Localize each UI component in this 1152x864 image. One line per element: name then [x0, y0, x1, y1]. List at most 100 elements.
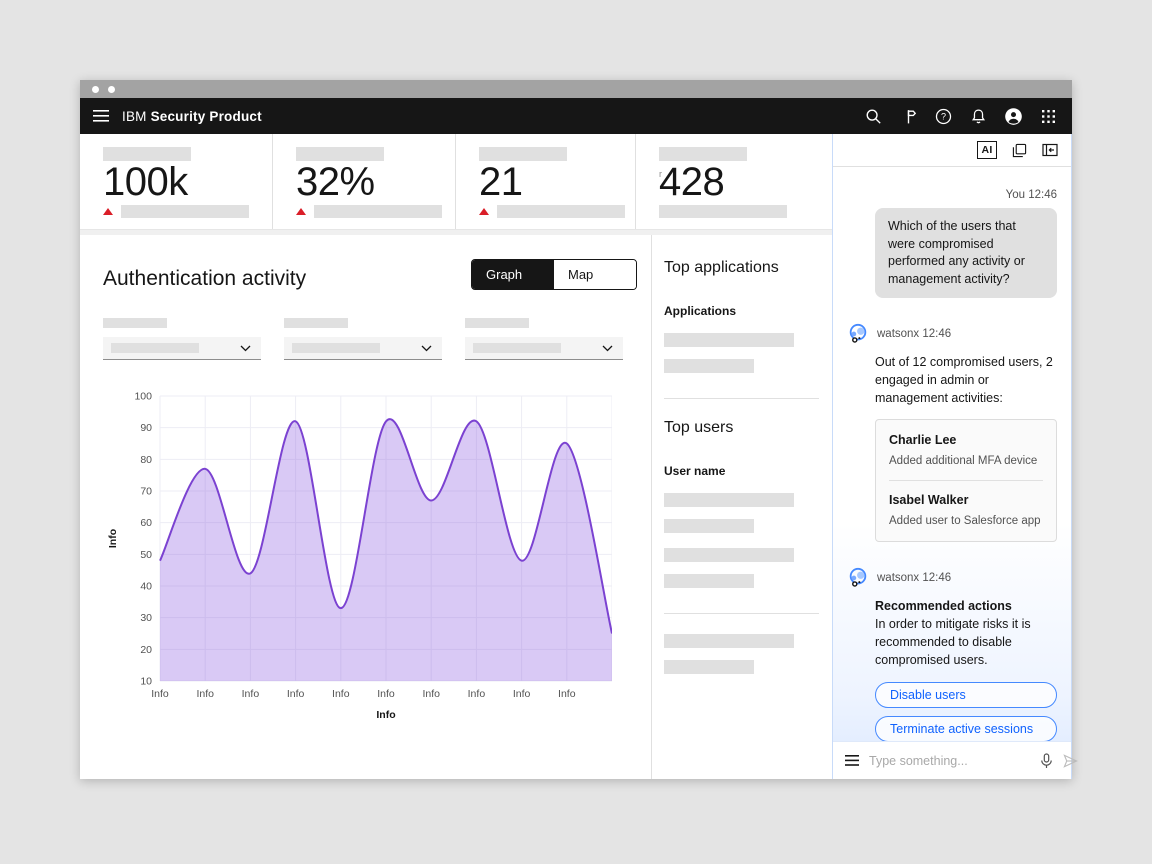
notifications-bell-icon[interactable] — [961, 98, 996, 134]
kpi-label-skeleton — [479, 147, 567, 161]
svg-text:Info: Info — [107, 529, 119, 548]
kpi-label-skeleton — [659, 147, 747, 161]
user-message-bubble: Which of the users that were compromised… — [875, 208, 1057, 298]
user-row-skeleton — [664, 493, 794, 507]
chat-input-bar — [833, 741, 1071, 779]
user-name: Charlie Lee — [889, 432, 1043, 450]
kpi-value: 21 — [479, 160, 635, 204]
bot-message-text: In order to mitigate risks it is recomme… — [875, 616, 1057, 669]
user-row-skeleton — [664, 634, 794, 648]
terminate-sessions-button[interactable]: Terminate active sessions — [875, 716, 1057, 741]
authentication-activity-area-chart: 102030405060708090100InfoInfoInfoInfoInf… — [103, 388, 612, 720]
copy-icon[interactable] — [1012, 143, 1027, 158]
divider — [664, 398, 819, 399]
kpi-card-2: 32% — [273, 134, 456, 229]
svg-text:Info: Info — [151, 688, 169, 700]
chat-panel-header: AI — [833, 134, 1071, 167]
kpi-value: 32% — [296, 160, 455, 204]
user-action: Added user to Salesforce app — [889, 513, 1043, 529]
user-row-skeleton — [664, 548, 794, 562]
filter-label-skeleton — [284, 318, 348, 328]
signpost-icon[interactable] — [891, 98, 926, 134]
filters-row — [103, 318, 637, 360]
ai-label-badge[interactable]: AI — [977, 141, 997, 159]
watsonx-avatar-icon — [847, 567, 869, 589]
ai-chat-panel: AI You 12:46 Which of the users that wer… — [832, 134, 1072, 779]
bot-message-body: Out of 12 compromised users, 2 engaged i… — [847, 354, 1057, 542]
svg-text:50: 50 — [140, 549, 152, 561]
app-switcher-icon[interactable] — [1031, 98, 1066, 134]
kpi-superscript: r — [659, 169, 662, 179]
kpi-label-skeleton — [296, 147, 384, 161]
kpi-card-3: 21 — [456, 134, 636, 229]
dropdown-field[interactable] — [465, 337, 623, 360]
application-row-skeleton — [664, 333, 794, 347]
svg-text:Info: Info — [468, 688, 486, 700]
filter-dropdown-3 — [465, 318, 623, 360]
kpi-value: 428 — [659, 160, 832, 204]
svg-text:Info: Info — [422, 688, 440, 700]
svg-text:Info: Info — [196, 688, 214, 700]
svg-text:?: ? — [941, 111, 946, 121]
svg-text:Info: Info — [287, 688, 305, 700]
divider — [664, 613, 819, 614]
chevron-down-icon — [421, 345, 432, 352]
dropdown-value-skeleton — [473, 343, 561, 353]
divider — [889, 480, 1043, 481]
user-action: Added additional MFA device — [889, 453, 1043, 469]
svg-text:40: 40 — [140, 581, 152, 593]
app-header: IBM Security Product ? — [80, 98, 1072, 134]
dropdown-value-skeleton — [111, 343, 199, 353]
help-icon[interactable]: ? — [926, 98, 961, 134]
graph-map-switcher: Graph Map — [471, 259, 637, 290]
chat-text-input[interactable] — [869, 754, 1030, 768]
dropdown-field[interactable] — [284, 337, 442, 360]
filter-label-skeleton — [465, 318, 529, 328]
bot-message-meta: watsonx 12:46 — [877, 328, 951, 340]
authentication-activity-section: Authentication activity Graph Map — [80, 235, 651, 779]
disable-users-button[interactable]: Disable users — [875, 682, 1057, 708]
hamburger-menu-icon[interactable] — [80, 98, 122, 134]
kpi-trend-skeleton — [659, 205, 787, 218]
top-applications-title: Top applications — [664, 259, 819, 277]
chat-message-list[interactable]: You 12:46 Which of the users that were c… — [833, 167, 1071, 741]
svg-text:30: 30 — [140, 612, 152, 624]
filter-dropdown-1 — [103, 318, 261, 360]
search-icon[interactable] — [856, 98, 891, 134]
microphone-icon[interactable] — [1040, 753, 1053, 769]
svg-text:Info: Info — [513, 688, 531, 700]
bot-message-header: watsonx 12:46 — [847, 567, 1057, 589]
kpi-card-4: r 428 — [636, 134, 832, 229]
svg-text:20: 20 — [140, 644, 152, 656]
chevron-down-icon — [240, 345, 251, 352]
window-titlebar[interactable] — [80, 80, 1072, 98]
switcher-option-graph[interactable]: Graph — [472, 260, 554, 289]
app-window: IBM Security Product ? — [80, 80, 1072, 779]
svg-text:Info: Info — [376, 709, 395, 720]
user-avatar-icon[interactable] — [996, 98, 1031, 134]
user-row-skeleton — [664, 519, 754, 533]
send-icon[interactable] — [1063, 754, 1078, 768]
dropdown-value-skeleton — [292, 343, 380, 353]
svg-text:Info: Info — [242, 688, 260, 700]
applications-column-header: Applications — [664, 304, 819, 318]
kpi-value: 100k — [103, 160, 272, 204]
prompt-menu-icon[interactable] — [845, 755, 859, 766]
kpi-row: 100k 32% 21 r 428 — [80, 134, 832, 229]
user-row-skeleton — [664, 574, 754, 588]
bot-message-header: watsonx 12:46 — [847, 323, 1057, 345]
trend-up-icon — [479, 208, 489, 215]
collapse-panel-icon[interactable] — [1042, 143, 1058, 157]
dropdown-field[interactable] — [103, 337, 261, 360]
chevron-down-icon — [602, 345, 613, 352]
switcher-option-map[interactable]: Map — [554, 260, 636, 289]
filter-label-skeleton — [103, 318, 167, 328]
kpi-trend-skeleton — [497, 205, 625, 218]
svg-text:100: 100 — [134, 391, 152, 403]
svg-text:Info: Info — [558, 688, 576, 700]
recommended-actions-title: Recommended actions — [875, 598, 1057, 616]
kpi-trend-skeleton — [121, 205, 249, 218]
window-control-dot[interactable] — [92, 86, 99, 93]
window-control-dot[interactable] — [108, 86, 115, 93]
bot-message-body: Recommended actions In order to mitigate… — [847, 598, 1057, 741]
